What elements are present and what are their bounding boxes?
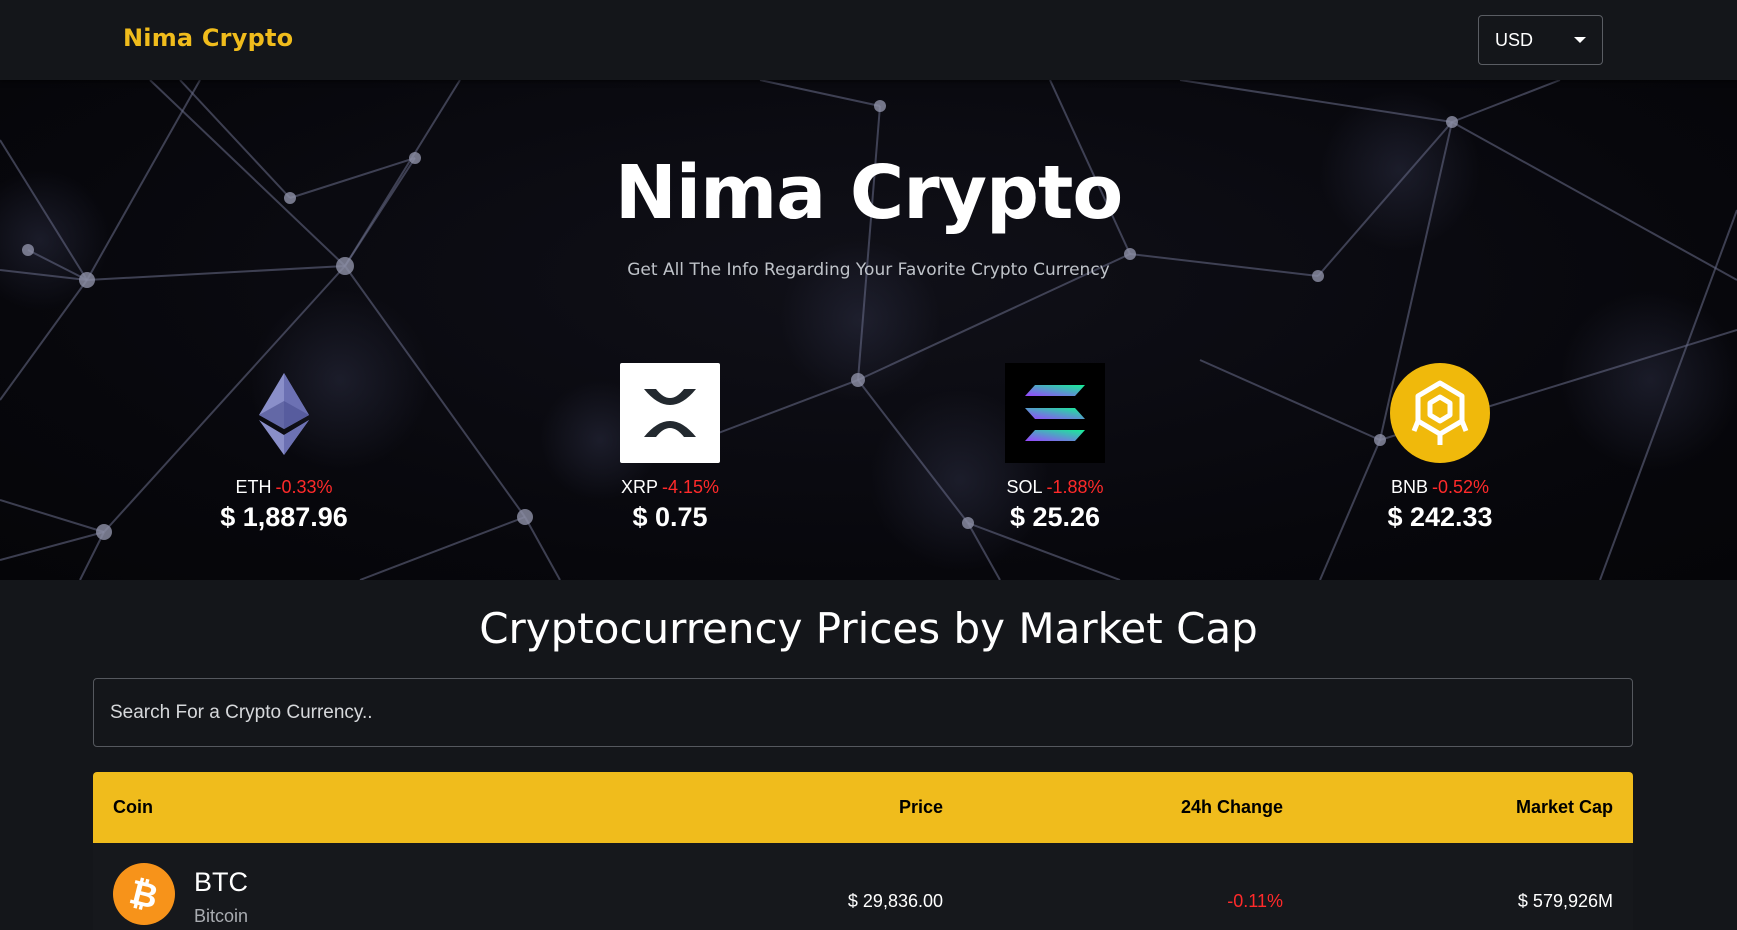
trending-change: -1.88% xyxy=(1046,477,1104,497)
trending-price: $ 0.75 xyxy=(632,502,708,532)
hero-title: Nima Crypto xyxy=(614,150,1123,236)
trending-change: -4.15% xyxy=(661,477,720,497)
coin-name: Bitcoin xyxy=(194,906,249,926)
table-row[interactable]: ₿ BTC Bitcoin $ 29,836.00 -0.11% $ 579,9… xyxy=(93,843,1633,930)
trending-change: -0.33% xyxy=(275,477,333,497)
trending-price: $ 1,887.96 xyxy=(220,502,348,532)
trending-symbol: BNB xyxy=(1390,477,1428,497)
coin-symbol: BTC xyxy=(194,867,248,897)
brand-logo[interactable]: Nima Crypto xyxy=(123,24,293,52)
solana-icon xyxy=(1005,363,1105,463)
hero-banner: Nima Crypto Get All The Info Regarding Y… xyxy=(0,80,1737,580)
coin-price: $ 29,836.00 xyxy=(847,891,943,911)
trending-price: $ 242.33 xyxy=(1387,502,1493,532)
xrp-icon xyxy=(620,363,720,463)
table-header: Coin Price 24h Change Market Cap xyxy=(93,772,1633,843)
search-input[interactable] xyxy=(93,678,1633,747)
currency-select-value: USD xyxy=(1495,29,1534,50)
coin-market-cap: $ 579,926M xyxy=(1517,891,1613,911)
trending-coin-xrp[interactable]: XRP -4.15% $ 0.75 xyxy=(550,363,790,533)
app-header: Nima Crypto USD xyxy=(0,0,1737,80)
trending-change: -0.52% xyxy=(1431,477,1490,497)
currency-select[interactable]: USD xyxy=(1478,15,1603,65)
trending-coin-bnb[interactable]: BNB -0.52% $ 242.33 xyxy=(1320,363,1560,533)
coin-change: -0.11% xyxy=(1227,891,1283,911)
trending-symbol: SOL xyxy=(1006,477,1043,497)
chevron-down-icon xyxy=(1574,37,1586,43)
section-title: Cryptocurrency Prices by Market Cap xyxy=(479,604,1258,653)
hero-subtitle: Get All The Info Regarding Your Favorite… xyxy=(627,260,1110,280)
trending-coin-eth[interactable]: ETH -0.33% $ 1,887.96 xyxy=(164,363,404,533)
column-header-coin[interactable]: Coin xyxy=(113,797,153,818)
trending-price: $ 25.26 xyxy=(1009,502,1101,532)
trending-coin-sol[interactable]: SOL -1.88% $ 25.26 xyxy=(935,363,1175,533)
ethereum-icon xyxy=(259,373,309,455)
bnb-icon xyxy=(1390,363,1490,463)
column-header-change[interactable]: 24h Change xyxy=(1181,797,1283,818)
bitcoin-icon: ₿ xyxy=(113,863,175,925)
trending-symbol: XRP xyxy=(620,477,658,497)
column-header-price[interactable]: Price xyxy=(899,797,943,818)
trending-symbol: ETH xyxy=(235,477,272,497)
column-header-market-cap[interactable]: Market Cap xyxy=(1516,797,1613,818)
